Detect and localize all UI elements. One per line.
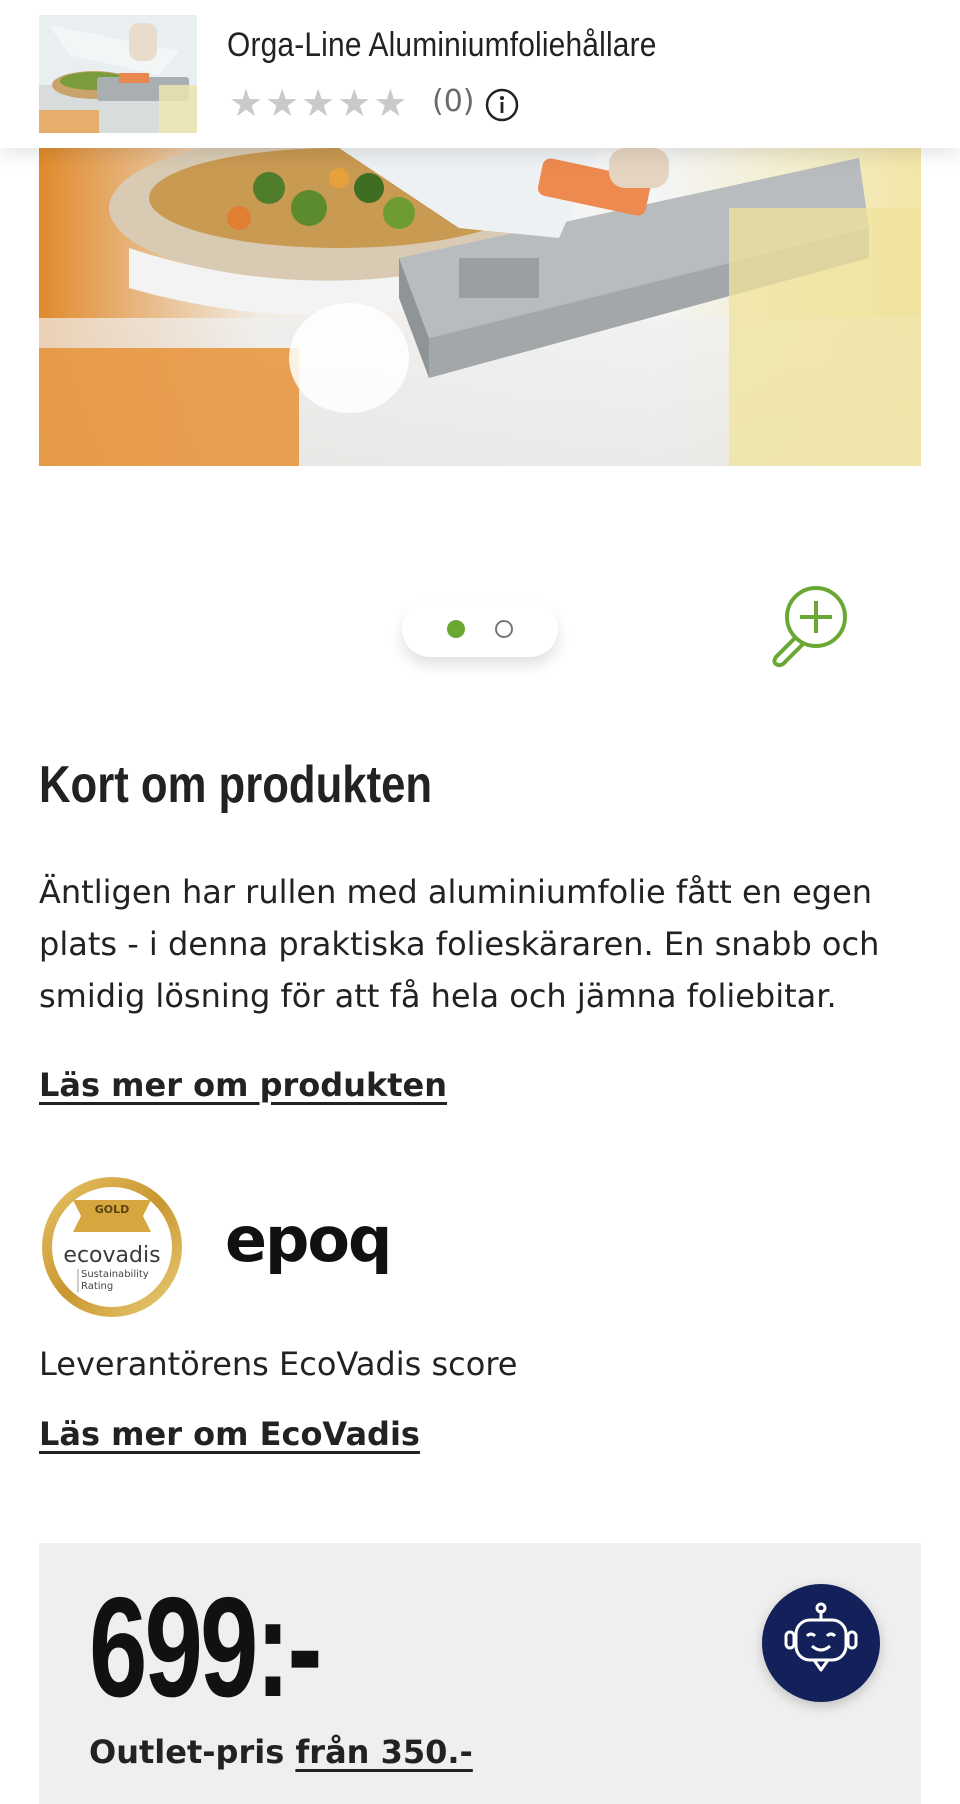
supplier-logo: epoq — [225, 1203, 392, 1276]
carousel-dot-2[interactable] — [495, 620, 513, 638]
price: 699:- — [89, 1568, 322, 1727]
carousel-dot-1[interactable] — [447, 620, 465, 638]
ecovadis-caption: Leverantörens EcoVadis score — [39, 1345, 518, 1383]
chatbot-button[interactable] — [762, 1584, 880, 1702]
product-description: Äntligen har rullen med aluminiumfolie f… — [39, 873, 880, 1015]
review-count[interactable]: (0) — [432, 84, 475, 119]
product-title: Orga-Line Aluminiumfoliehållare — [227, 26, 657, 64]
outlet-from-link[interactable]: från 350.- — [295, 1733, 472, 1771]
badge-level: GOLD — [95, 1203, 130, 1216]
star-icon: ★ — [337, 81, 372, 125]
read-more-product-link[interactable]: Läs mer om produkten — [39, 1066, 447, 1104]
rating-stars[interactable]: ★ ★ ★ ★ ★ — [229, 84, 407, 122]
badge-brand: ecovadis — [63, 1243, 160, 1268]
product-thumbnail[interactable] — [39, 15, 197, 133]
carousel-pagination — [402, 601, 558, 657]
product-image[interactable] — [39, 148, 921, 466]
section-title: Kort om produkten — [39, 756, 433, 814]
badge-sub1: Sustainability — [81, 1269, 149, 1280]
outlet-price: Outlet-pris från 350.- — [89, 1733, 473, 1771]
zoom-in-icon[interactable] — [766, 583, 858, 669]
info-icon[interactable] — [484, 87, 520, 123]
sticky-product-header: Orga-Line Aluminiumfoliehållare ★ ★ ★ ★ … — [0, 0, 960, 148]
outlet-label: Outlet-pris — [89, 1733, 285, 1771]
badge-sub2: Rating — [81, 1281, 113, 1292]
star-icon: ★ — [301, 81, 336, 125]
read-more-ecovadis-link[interactable]: Läs mer om EcoVadis — [39, 1415, 420, 1453]
chatbot-icon — [784, 1602, 858, 1672]
ecovadis-gold-badge: GOLD ecovadis Sustainability Rating — [42, 1177, 182, 1317]
star-icon: ★ — [229, 81, 264, 125]
star-icon: ★ — [265, 81, 300, 125]
star-icon: ★ — [373, 81, 408, 125]
